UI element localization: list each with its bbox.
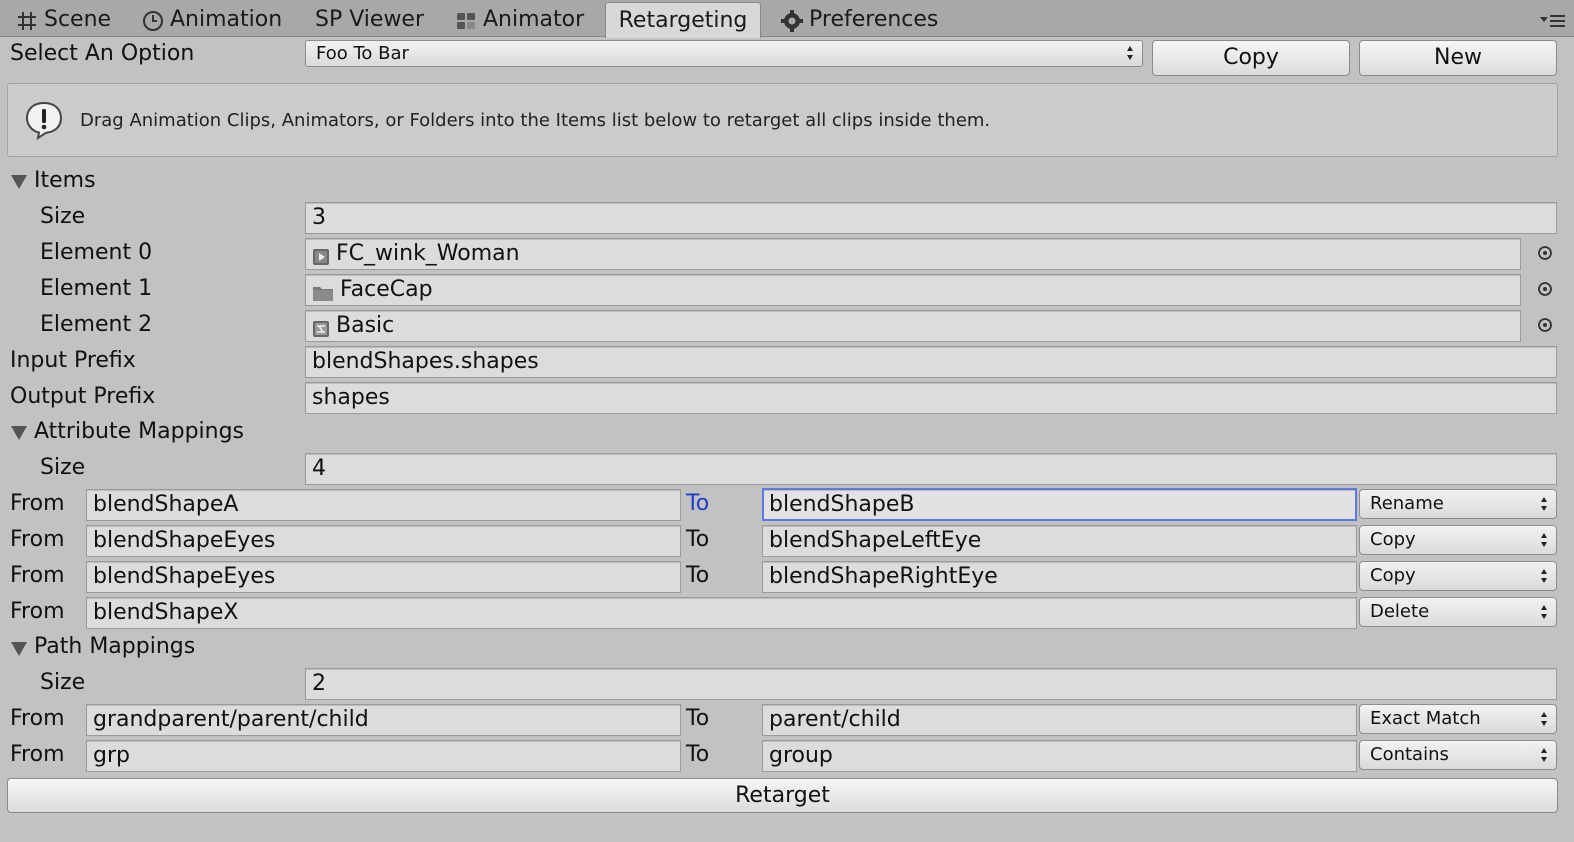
tab-menu-icon[interactable] [1538,12,1566,28]
attribute-size-field[interactable]: 4 [305,453,1557,485]
info-icon [24,100,64,144]
output-prefix-field[interactable]: shapes [305,382,1557,414]
output-prefix-label: Output Prefix [10,384,156,409]
to-label: To [686,491,710,516]
tab-retargeting[interactable]: Retargeting [605,2,761,38]
tab-label: Preferences [809,7,939,32]
attribute-size-label: Size [40,455,86,480]
from-label: From [10,599,65,624]
dropdown-arrows-icon [1541,748,1547,762]
tab-label: Retargeting [618,7,748,33]
clock-icon [142,9,164,31]
animator-controller-icon [312,317,330,337]
attribute-mode-dropdown[interactable]: Copy [1359,561,1557,591]
attribute-from-field[interactable]: blendShapeA [86,489,681,521]
element-2-value: Basic [336,313,395,338]
attribute-to-field[interactable]: blendShapeRightEye [762,561,1357,593]
help-box: Drag Animation Clips, Animators, or Fold… [7,83,1558,157]
element-2-label: Element 2 [40,312,153,337]
dropdown-arrows-icon [1127,46,1133,60]
object-picker-icon[interactable] [1537,281,1553,297]
dropdown-arrows-icon [1541,712,1547,726]
path-to-field[interactable]: parent/child [762,704,1357,736]
element-2-field[interactable]: Basic [305,310,1521,342]
items-foldout-title[interactable]: Items [34,163,96,199]
dropdown-arrows-icon [1541,569,1547,583]
tab-label: Animator [483,7,585,32]
tab-preferences[interactable]: Preferences [781,3,938,37]
object-picker-icon[interactable] [1537,245,1553,261]
items-foldout-icon[interactable] [11,174,27,189]
attribute-from-field[interactable]: blendShapeX [86,597,1357,629]
to-label: To [686,742,710,767]
tab-sp-viewer[interactable]: SP Viewer [315,3,424,37]
attribute-from-field[interactable]: blendShapeEyes [86,525,681,557]
tab-animator[interactable]: Animator [455,3,584,37]
to-label: To [686,563,710,588]
element-1-value: FaceCap [340,277,433,302]
items-size-label: Size [40,204,86,229]
path-mode-dropdown[interactable]: Contains [1359,740,1557,770]
from-label: From [10,742,65,767]
element-0-field[interactable]: FC_wink_Woman [305,238,1521,270]
element-0-label: Element 0 [40,240,153,265]
tab-label: Scene [44,7,112,32]
grid-icon [16,9,38,31]
attribute-to-field[interactable]: blendShapeLeftEye [762,525,1357,557]
to-label: To [686,527,710,552]
gear-icon [781,9,803,32]
items-size-field[interactable]: 3 [305,202,1557,234]
attribute-mode-value: Copy [1370,565,1416,586]
object-picker-icon[interactable] [1537,317,1553,333]
new-button[interactable]: New [1359,40,1557,76]
path-mappings-foldout-icon[interactable] [11,641,27,656]
attribute-from-field[interactable]: blendShapeEyes [86,561,681,593]
option-dropdown[interactable]: Foo To Bar [305,40,1143,67]
from-label: From [10,563,65,588]
animator-icon [455,9,477,31]
retarget-button[interactable]: Retarget [7,778,1558,813]
attribute-mode-value: Copy [1370,529,1416,550]
path-size-label: Size [40,670,86,695]
tab-label: Animation [170,7,283,32]
path-from-field[interactable]: grp [86,740,681,772]
copy-button[interactable]: Copy [1152,40,1350,76]
input-prefix-field[interactable]: blendShapes.shapes [305,346,1557,378]
tab-scene[interactable]: Scene [16,3,111,37]
path-size-field[interactable]: 2 [305,668,1557,700]
tab-animation[interactable]: Animation [142,3,282,37]
to-label: To [686,706,710,731]
attribute-mappings-foldout-icon[interactable] [11,425,27,440]
input-prefix-label: Input Prefix [10,348,136,373]
help-text: Drag Animation Clips, Animators, or Fold… [80,110,991,131]
attribute-mappings-title[interactable]: Attribute Mappings [34,414,244,450]
option-dropdown-value: Foo To Bar [316,43,409,64]
tab-label: SP Viewer [315,7,425,32]
from-label: From [10,706,65,731]
dropdown-arrows-icon [1541,533,1547,547]
path-mode-value: Contains [1370,744,1449,765]
animation-clip-icon [312,245,330,265]
attribute-mode-dropdown[interactable]: Copy [1359,525,1557,555]
attribute-mode-value: Delete [1370,601,1430,622]
select-option-label: Select An Option [10,41,195,66]
from-label: From [10,527,65,552]
from-label: From [10,491,65,516]
element-1-field[interactable]: FaceCap [305,274,1521,306]
attribute-mode-value: Rename [1370,493,1444,514]
attribute-to-field[interactable]: blendShapeB [762,488,1357,521]
element-0-value: FC_wink_Woman [336,241,520,266]
path-mappings-title[interactable]: Path Mappings [34,629,195,665]
path-to-field[interactable]: group [762,740,1357,772]
tab-bar: Scene Animation SP Viewer Animator Retar… [0,0,1574,38]
attribute-mode-dropdown[interactable]: Delete [1359,597,1557,627]
path-mode-value: Exact Match [1370,708,1481,729]
dropdown-arrows-icon [1541,605,1547,619]
attribute-mode-dropdown[interactable]: Rename [1359,489,1557,519]
folder-icon [312,281,334,301]
element-1-label: Element 1 [40,276,153,301]
path-mode-dropdown[interactable]: Exact Match [1359,704,1557,734]
path-from-field[interactable]: grandparent/parent/child [86,704,681,736]
dropdown-arrows-icon [1541,497,1547,511]
